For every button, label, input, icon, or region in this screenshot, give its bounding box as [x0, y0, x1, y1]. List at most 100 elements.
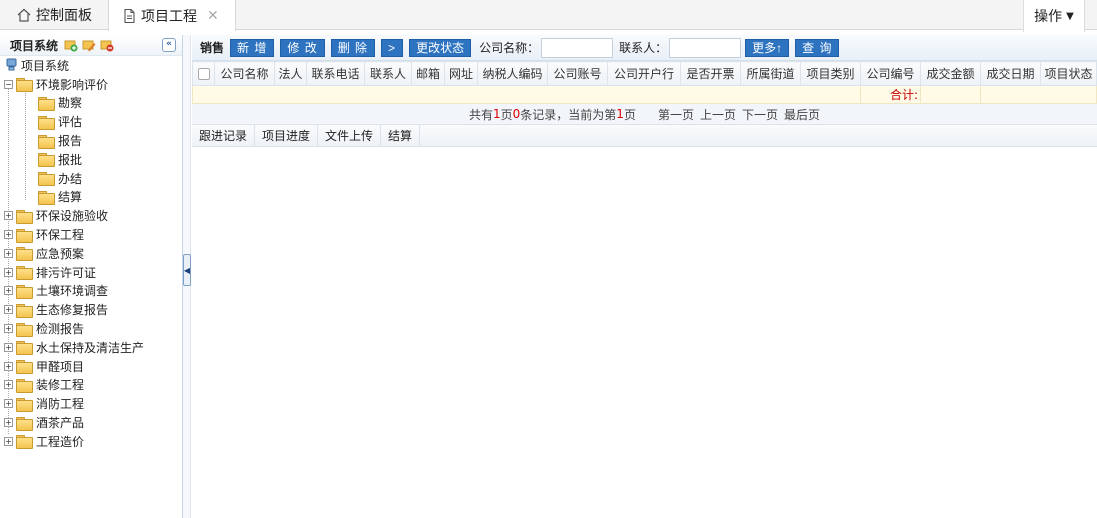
pagination-bar: 共有 1 页 0 条记录，当前为第 1 页 第一页 上一页 下一页 最后页 [192, 104, 1097, 125]
column-header[interactable]: 是否开票 [680, 61, 741, 86]
tab-settlement[interactable]: 结算 [381, 125, 421, 146]
folder-icon [16, 378, 33, 393]
column-header[interactable]: 法人 [274, 61, 307, 86]
tree-leaf[interactable]: 报告 [0, 131, 182, 150]
expand-node-icon[interactable]: + [4, 248, 13, 258]
tree-group[interactable]: + 工程造价 [0, 432, 182, 451]
contact-input[interactable] [669, 37, 742, 58]
expand-node-icon[interactable]: + [4, 267, 13, 277]
tree-group[interactable]: + 生态修复报告 [0, 300, 182, 319]
expand-node-icon[interactable]: + [4, 380, 13, 390]
close-icon[interactable]: ✕ [207, 8, 219, 24]
expand-node-icon[interactable]: + [4, 342, 13, 352]
last-page-link[interactable]: 最后页 [784, 106, 820, 123]
select-all-checkbox[interactable] [192, 61, 215, 86]
tree-group-label: 酒茶产品 [36, 416, 85, 431]
tree-group[interactable]: + 排污许可证 [0, 263, 182, 282]
column-header[interactable]: 纳税人编码 [477, 61, 548, 86]
first-page-link[interactable]: 第一页 [658, 106, 694, 123]
more-button[interactable]: 更多↑ [745, 38, 790, 57]
pager-text: 条记录，当前为第 [520, 107, 617, 122]
column-header[interactable]: 网址 [444, 61, 478, 86]
expand-node-icon[interactable]: + [4, 361, 13, 371]
add-node-icon[interactable] [64, 38, 78, 52]
data-table: 公司名称 法人 联系电话 联系人 邮箱 网址 纳税人编码 公司账号 公司开户行 … [192, 61, 1097, 104]
tree-group-label: 环保设施验收 [36, 209, 109, 224]
folder-icon [16, 303, 33, 318]
tree-group[interactable]: + 环保设施验收 [0, 206, 182, 225]
expand-node-icon[interactable]: + [4, 211, 13, 221]
tree-group[interactable]: + 环保工程 [0, 225, 182, 244]
folder-icon [38, 153, 55, 168]
tree-leaf[interactable]: 评估 [0, 112, 182, 131]
next-page-link[interactable]: 下一页 [742, 106, 778, 123]
expand-node-icon[interactable]: + [4, 286, 13, 296]
collapse-left-handle[interactable]: ◀ [183, 254, 191, 286]
panel-title: 项目系统 [10, 38, 59, 53]
arrow-left-icon: ◀ [183, 265, 191, 275]
company-name-input[interactable] [541, 37, 614, 58]
column-header[interactable]: 邮箱 [411, 61, 445, 86]
tab-file-upload[interactable]: 文件上传 [318, 125, 382, 146]
expand-node-icon[interactable]: + [4, 418, 13, 428]
tree-leaf[interactable]: 勘察 [0, 94, 182, 113]
tree-leaf[interactable]: 报批 [0, 150, 182, 169]
tree-group-label: 检测报告 [36, 322, 85, 337]
tree-group-env-impact[interactable]: − 环境影响评价 [0, 75, 182, 94]
folder-icon [38, 190, 55, 205]
checkbox-icon[interactable] [197, 68, 210, 80]
expand-node-icon[interactable]: + [4, 399, 13, 409]
query-button[interactable]: 查 询 [795, 38, 840, 57]
collapse-node-icon[interactable]: − [4, 79, 13, 89]
tree-leaf-label: 报告 [58, 134, 83, 149]
tree-leaf-label: 勘察 [58, 96, 83, 111]
edit-button[interactable]: 修 改 [280, 38, 325, 57]
tree-group[interactable]: + 检测报告 [0, 319, 182, 338]
sum-row: 合计: [192, 85, 1097, 104]
column-header[interactable]: 公司账号 [547, 61, 608, 86]
tree-group-label: 环保工程 [36, 228, 85, 243]
expand-node-icon[interactable]: + [4, 305, 13, 315]
column-header[interactable]: 成交日期 [980, 61, 1041, 86]
folder-icon [16, 435, 33, 450]
contact-label: 联系人： [619, 41, 668, 55]
column-header[interactable]: 成交金额 [920, 61, 981, 86]
expand-node-icon[interactable]: + [4, 436, 13, 446]
tree-group[interactable]: + 消防工程 [0, 394, 182, 413]
delete-button[interactable]: 删 除 [330, 38, 376, 57]
column-header[interactable]: 联系人 [364, 61, 412, 86]
next-button[interactable]: > [381, 38, 404, 57]
tab-project-engineering[interactable]: 项目工程 ✕ [108, 0, 236, 31]
column-header[interactable]: 公司编号 [860, 61, 921, 86]
folder-icon [16, 416, 33, 431]
tree-group[interactable]: + 应急预案 [0, 244, 182, 263]
edit-node-icon[interactable] [82, 38, 96, 52]
expand-node-icon[interactable]: + [4, 230, 13, 240]
column-header[interactable]: 公司开户行 [607, 61, 681, 86]
tree-group[interactable]: + 甲醛项目 [0, 357, 182, 376]
change-status-button[interactable]: 更改状态 [409, 38, 472, 57]
tab-project-progress[interactable]: 项目进度 [255, 125, 319, 146]
tree-group[interactable]: + 酒茶产品 [0, 413, 182, 432]
column-header[interactable]: 公司名称 [214, 61, 275, 86]
delete-node-icon[interactable] [100, 38, 114, 52]
prev-page-link[interactable]: 上一页 [700, 106, 736, 123]
tree-root[interactable]: 项目系统 [0, 56, 182, 75]
tab-control-panel[interactable]: 控制面板 [8, 0, 108, 30]
tree-leaf[interactable]: 结算 [0, 188, 182, 207]
column-header[interactable]: 项目类别 [800, 61, 861, 86]
column-header[interactable]: 联系电话 [306, 61, 365, 86]
operations-menu-button[interactable]: 操作 ▼ [1023, 0, 1085, 32]
column-header[interactable]: 所属街道 [740, 61, 801, 86]
tree-group[interactable]: + 水土保持及清洁生产 [0, 338, 182, 357]
tab-follow-up-records[interactable]: 跟进记录 [192, 125, 256, 146]
add-button[interactable]: 新 增 [230, 38, 275, 57]
folder-open-icon [16, 78, 33, 93]
column-header[interactable]: 项目状态 [1040, 61, 1097, 86]
collapse-panel-button[interactable]: « [162, 38, 176, 52]
table-header-row: 公司名称 法人 联系电话 联系人 邮箱 网址 纳税人编码 公司账号 公司开户行 … [192, 61, 1097, 86]
tree-leaf[interactable]: 办结 [0, 169, 182, 188]
tree-group[interactable]: + 土壤环境调查 [0, 282, 182, 301]
tree-group[interactable]: + 装修工程 [0, 376, 182, 395]
expand-node-icon[interactable]: + [4, 324, 13, 334]
